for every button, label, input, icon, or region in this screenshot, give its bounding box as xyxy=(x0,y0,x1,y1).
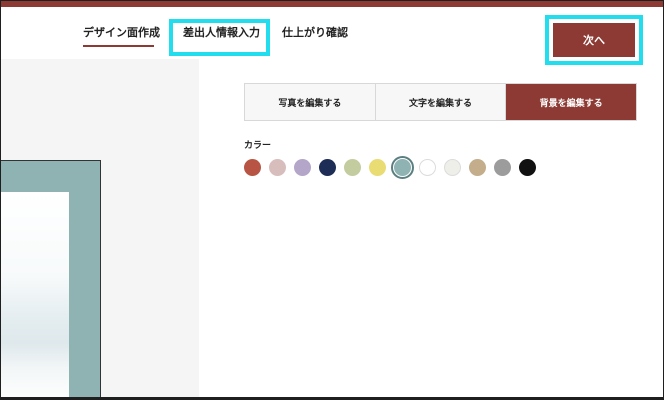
color-swatch[interactable] xyxy=(469,159,486,176)
color-swatch[interactable] xyxy=(294,159,311,176)
highlight-box-sender-step xyxy=(169,19,270,56)
color-swatch[interactable] xyxy=(391,156,414,179)
color-swatches xyxy=(244,156,536,179)
app-window: デザイン面作成 差出人情報入力 仕上がり確認 次へ 写真を編集する 文字を編集す… xyxy=(0,0,664,400)
header: デザイン面作成 差出人情報入力 仕上がり確認 次へ xyxy=(1,7,663,65)
tab-edit-background[interactable]: 背景を編集する xyxy=(506,84,637,120)
color-swatch[interactable] xyxy=(444,159,461,176)
active-step-underline xyxy=(83,45,154,47)
color-swatch[interactable] xyxy=(519,159,536,176)
card-photo[interactable] xyxy=(1,192,69,397)
color-swatch[interactable] xyxy=(244,159,261,176)
color-swatch[interactable] xyxy=(494,159,511,176)
color-swatch[interactable] xyxy=(419,159,436,176)
step-design[interactable]: デザイン面作成 xyxy=(83,24,160,40)
design-preview-area xyxy=(1,59,199,397)
color-swatch[interactable] xyxy=(369,159,386,176)
next-button[interactable]: 次へ xyxy=(553,23,635,57)
color-swatch[interactable] xyxy=(344,159,361,176)
step-confirm[interactable]: 仕上がり確認 xyxy=(282,24,348,40)
edit-tabs: 写真を編集する 文字を編集する 背景を編集する xyxy=(244,83,637,121)
color-swatch[interactable] xyxy=(269,159,286,176)
color-label: カラー xyxy=(244,141,272,151)
color-swatch[interactable] xyxy=(319,159,336,176)
tab-edit-text[interactable]: 文字を編集する xyxy=(375,84,507,120)
tab-edit-photo[interactable]: 写真を編集する xyxy=(245,84,376,120)
